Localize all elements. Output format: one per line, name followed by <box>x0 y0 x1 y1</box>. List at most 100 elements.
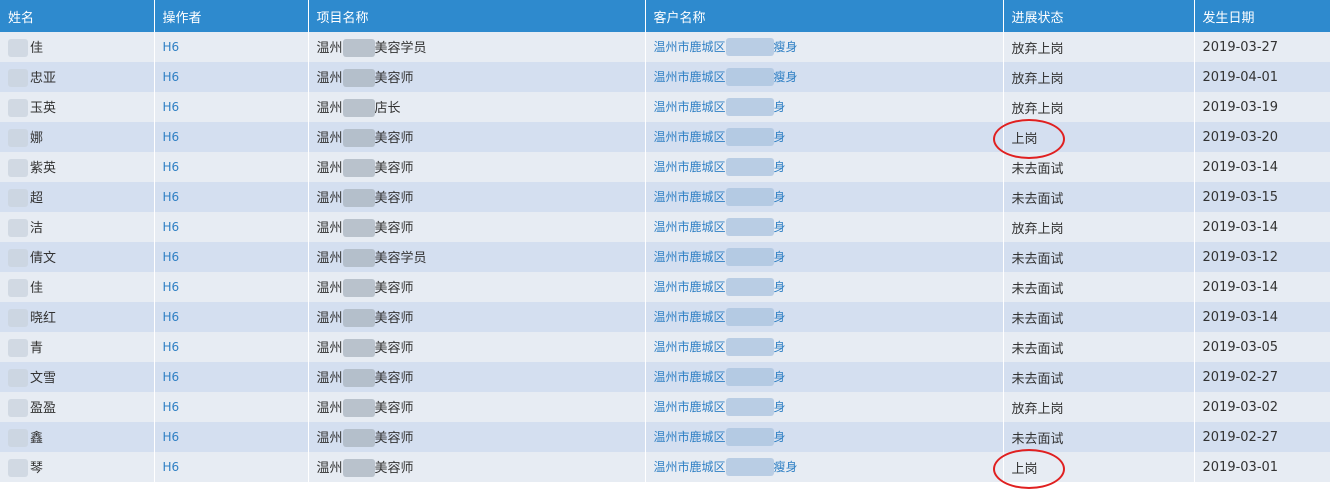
cell-customer-link[interactable]: 温州市鹿城区 身 <box>645 182 1004 212</box>
table-row[interactable]: 晓红 H6 温州 美容师 温州市鹿城区 身 未去面试 2019-03-14 <box>0 302 1330 332</box>
customer-suffix[interactable]: 身 <box>774 340 786 354</box>
cell-operator[interactable]: H6 <box>154 272 309 302</box>
customer-prefix[interactable]: 温州市鹿城区 <box>654 370 726 384</box>
cell-customer-link[interactable]: 温州市鹿城区 身 <box>645 92 1004 122</box>
customer-suffix[interactable]: 身 <box>774 400 786 414</box>
redaction-mask <box>725 428 774 447</box>
customer-prefix[interactable]: 温州市鹿城区 <box>654 190 726 204</box>
table-row[interactable]: 盈盈 H6 温州 美容师 温州市鹿城区 身 放弃上岗 2019-03-02 <box>0 392 1330 422</box>
person-name: 倩文 <box>30 250 57 266</box>
cell-operator[interactable]: H6 <box>154 92 309 122</box>
customer-prefix[interactable]: 温州市鹿城区 <box>654 340 726 354</box>
customer-prefix[interactable]: 温州市鹿城区 <box>654 430 726 444</box>
customer-prefix[interactable]: 温州市鹿城区 <box>654 130 726 144</box>
cell-date: 2019-03-14 <box>1194 272 1330 302</box>
redaction-mask <box>8 39 28 58</box>
column-header-customer[interactable]: 客户名称 <box>645 0 1004 32</box>
customer-suffix[interactable]: 身 <box>774 280 786 294</box>
cell-operator[interactable]: H6 <box>154 332 309 362</box>
person-name: 鑫 <box>30 430 44 446</box>
customer-suffix[interactable]: 身 <box>774 190 786 204</box>
cell-operator[interactable]: H6 <box>154 452 309 482</box>
customer-suffix[interactable]: 身 <box>774 220 786 234</box>
table-row[interactable]: 洁 H6 温州 美容师 温州市鹿城区 身 放弃上岗 2019-03-14 <box>0 212 1330 242</box>
cell-customer-link[interactable]: 温州市鹿城区 身 <box>645 272 1004 302</box>
cell-operator[interactable]: H6 <box>154 422 309 452</box>
customer-suffix[interactable]: 身 <box>774 130 786 144</box>
cell-customer-link[interactable]: 温州市鹿城区 身 <box>645 422 1004 452</box>
cell-customer-link[interactable]: 温州市鹿城区 瘦身 <box>645 452 1004 482</box>
column-header-status[interactable]: 进展状态 <box>1003 0 1195 32</box>
customer-prefix[interactable]: 温州市鹿城区 <box>654 160 726 174</box>
customer-suffix[interactable]: 身 <box>774 310 786 324</box>
cell-customer-link[interactable]: 温州市鹿城区 身 <box>645 362 1004 392</box>
customer-prefix[interactable]: 温州市鹿城区 <box>654 460 726 474</box>
customer-prefix[interactable]: 温州市鹿城区 <box>654 310 726 324</box>
table-row[interactable]: 娜 H6 温州 美容师 温州市鹿城区 身 上岗 2019-03-20 <box>0 122 1330 152</box>
customer-prefix[interactable]: 温州市鹿城区 <box>654 250 726 264</box>
column-header-date[interactable]: 发生日期 <box>1194 0 1330 32</box>
table-row[interactable]: 文雪 H6 温州 美容师 温州市鹿城区 身 未去面试 2019-02-27 <box>0 362 1330 392</box>
table-row[interactable]: 琴 H6 温州 美容师 温州市鹿城区 瘦身 上岗 2019-03-01 <box>0 452 1330 482</box>
cell-operator[interactable]: H6 <box>154 182 309 212</box>
customer-prefix[interactable]: 温州市鹿城区 <box>654 280 726 294</box>
cell-customer-link[interactable]: 温州市鹿城区 身 <box>645 332 1004 362</box>
customer-prefix[interactable]: 温州市鹿城区 <box>654 40 726 54</box>
cell-operator[interactable]: H6 <box>154 242 309 272</box>
status-text: 未去面试 <box>1011 341 1064 357</box>
table-row[interactable]: 玉英 H6 温州 店长 温州市鹿城区 身 放弃上岗 2019-03-19 <box>0 92 1330 122</box>
project-prefix: 温州 <box>316 280 343 296</box>
cell-customer-link[interactable]: 温州市鹿城区 瘦身 <box>645 62 1004 92</box>
cell-name: 倩文 <box>0 242 155 272</box>
customer-prefix[interactable]: 温州市鹿城区 <box>654 70 726 84</box>
customer-prefix[interactable]: 温州市鹿城区 <box>654 100 726 114</box>
cell-customer-link[interactable]: 温州市鹿城区 身 <box>645 122 1004 152</box>
customer-suffix[interactable]: 身 <box>774 370 786 384</box>
customer-suffix[interactable]: 身 <box>774 160 786 174</box>
customer-suffix[interactable]: 身 <box>774 430 786 444</box>
cell-customer-link[interactable]: 温州市鹿城区 瘦身 <box>645 32 1004 62</box>
table-row[interactable]: 佳 H6 温州 美容师 温州市鹿城区 身 未去面试 2019-03-14 <box>0 272 1330 302</box>
customer-prefix[interactable]: 温州市鹿城区 <box>654 400 726 414</box>
records-table: 姓名 操作者 项目名称 客户名称 进展状态 发生日期 佳 H6 温州 美容学员 温州市鹿… <box>0 0 1330 482</box>
table-row[interactable]: 忠亚 H6 温州 美容师 温州市鹿城区 瘦身 放弃上岗 2019-04-01 <box>0 62 1330 92</box>
cell-customer-link[interactable]: 温州市鹿城区 身 <box>645 392 1004 422</box>
redaction-mask <box>342 369 375 388</box>
cell-operator[interactable]: H6 <box>154 302 309 332</box>
cell-name: 盈盈 <box>0 392 155 422</box>
customer-suffix[interactable]: 瘦身 <box>774 40 798 54</box>
table-row[interactable]: 超 H6 温州 美容师 温州市鹿城区 身 未去面试 2019-03-15 <box>0 182 1330 212</box>
cell-operator[interactable]: H6 <box>154 32 309 62</box>
table-row[interactable]: 紫英 H6 温州 美容师 温州市鹿城区 身 未去面试 2019-03-14 <box>0 152 1330 182</box>
customer-suffix[interactable]: 瘦身 <box>774 460 798 474</box>
cell-operator[interactable]: H6 <box>154 212 309 242</box>
cell-operator[interactable]: H6 <box>154 392 309 422</box>
status-text: 未去面试 <box>1011 371 1064 387</box>
cell-operator[interactable]: H6 <box>154 362 309 392</box>
cell-operator[interactable]: H6 <box>154 62 309 92</box>
redaction-mask <box>8 69 28 88</box>
customer-suffix[interactable]: 瘦身 <box>774 70 798 84</box>
redaction-mask <box>8 189 28 208</box>
cell-operator[interactable]: H6 <box>154 122 309 152</box>
table-row[interactable]: 鑫 H6 温州 美容师 温州市鹿城区 身 未去面试 2019-02-27 <box>0 422 1330 452</box>
column-header-name[interactable]: 姓名 <box>0 0 155 32</box>
customer-suffix[interactable]: 身 <box>774 250 786 264</box>
cell-customer-link[interactable]: 温州市鹿城区 身 <box>645 212 1004 242</box>
cell-date: 2019-03-14 <box>1194 212 1330 242</box>
cell-customer-link[interactable]: 温州市鹿城区 身 <box>645 302 1004 332</box>
project-suffix: 美容师 <box>374 310 414 326</box>
cell-status: 未去面试 <box>1003 362 1195 392</box>
customer-prefix[interactable]: 温州市鹿城区 <box>654 220 726 234</box>
cell-operator[interactable]: H6 <box>154 152 309 182</box>
table-row[interactable]: 青 H6 温州 美容师 温州市鹿城区 身 未去面试 2019-03-05 <box>0 332 1330 362</box>
cell-customer-link[interactable]: 温州市鹿城区 身 <box>645 242 1004 272</box>
cell-customer-link[interactable]: 温州市鹿城区 身 <box>645 152 1004 182</box>
table-row[interactable]: 佳 H6 温州 美容学员 温州市鹿城区 瘦身 放弃上岗 2019-03-27 <box>0 32 1330 62</box>
redaction-mask <box>8 129 28 148</box>
column-header-operator[interactable]: 操作者 <box>154 0 309 32</box>
table-row[interactable]: 倩文 H6 温州 美容学员 温州市鹿城区 身 未去面试 2019-03-12 <box>0 242 1330 272</box>
customer-suffix[interactable]: 身 <box>774 100 786 114</box>
cell-date: 2019-02-27 <box>1194 362 1330 392</box>
column-header-project[interactable]: 项目名称 <box>308 0 646 32</box>
